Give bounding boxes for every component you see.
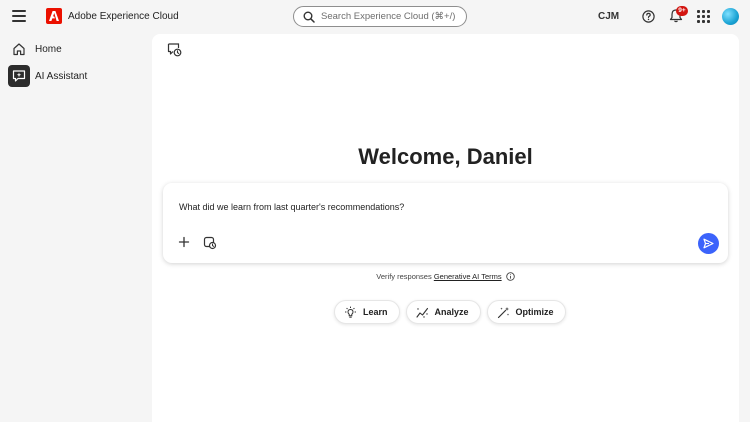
magic-wand-icon bbox=[497, 306, 509, 318]
trend-line-icon bbox=[415, 307, 428, 318]
info-icon[interactable] bbox=[505, 272, 515, 281]
chip-label: Analyze bbox=[434, 307, 469, 317]
analyze-chip[interactable]: Analyze bbox=[405, 300, 481, 324]
brand-name: Adobe Experience Cloud bbox=[68, 10, 179, 22]
welcome-heading: Welcome, Daniel bbox=[358, 144, 533, 169]
ai-assistant-icon bbox=[8, 65, 30, 87]
search-placeholder: Search Experience Cloud (⌘+/) bbox=[321, 11, 456, 22]
sidebar-item-home[interactable]: Home bbox=[8, 38, 143, 60]
menu-icon[interactable] bbox=[12, 10, 26, 22]
verify-notice: Verify responses Generative AI Terms bbox=[152, 272, 739, 281]
chip-label: Learn bbox=[363, 307, 388, 317]
home-icon bbox=[8, 38, 30, 60]
main-panel: Welcome, Daniel What did we learn from l… bbox=[152, 34, 739, 422]
search-icon bbox=[303, 11, 315, 23]
send-button[interactable] bbox=[698, 233, 719, 254]
generative-ai-terms-link[interactable]: Generative AI Terms bbox=[434, 272, 502, 281]
org-switcher[interactable]: CJM bbox=[598, 11, 619, 22]
prompt-input[interactable]: What did we learn from last quarter's re… bbox=[163, 183, 728, 263]
help-icon[interactable] bbox=[642, 10, 655, 23]
sidebar-item-ai-assistant[interactable]: AI Assistant bbox=[8, 65, 143, 87]
top-bar: Adobe Experience Cloud Search Experience… bbox=[0, 0, 750, 33]
avatar[interactable] bbox=[722, 8, 739, 25]
send-icon bbox=[703, 238, 714, 249]
suggestion-chips: Learn Analyze Optimize bbox=[334, 300, 566, 324]
apps-grid-icon[interactable] bbox=[697, 10, 710, 23]
adobe-logo-icon bbox=[46, 8, 62, 24]
notification-badge: 9+ bbox=[676, 6, 688, 16]
chat-history-icon[interactable] bbox=[167, 42, 182, 57]
lightbulb-icon bbox=[345, 306, 356, 318]
sidebar-item-label: Home bbox=[35, 43, 62, 55]
brand[interactable]: Adobe Experience Cloud bbox=[46, 8, 179, 24]
chip-label: Optimize bbox=[515, 307, 554, 317]
sidebar-item-label: AI Assistant bbox=[35, 70, 88, 82]
verify-text: Verify responses bbox=[376, 272, 432, 281]
learn-chip[interactable]: Learn bbox=[334, 300, 400, 324]
add-icon[interactable] bbox=[178, 236, 190, 248]
prompt-text[interactable]: What did we learn from last quarter's re… bbox=[179, 202, 404, 212]
search-input[interactable]: Search Experience Cloud (⌘+/) bbox=[293, 6, 467, 27]
context-icon[interactable] bbox=[203, 236, 217, 250]
optimize-chip[interactable]: Optimize bbox=[486, 300, 566, 324]
